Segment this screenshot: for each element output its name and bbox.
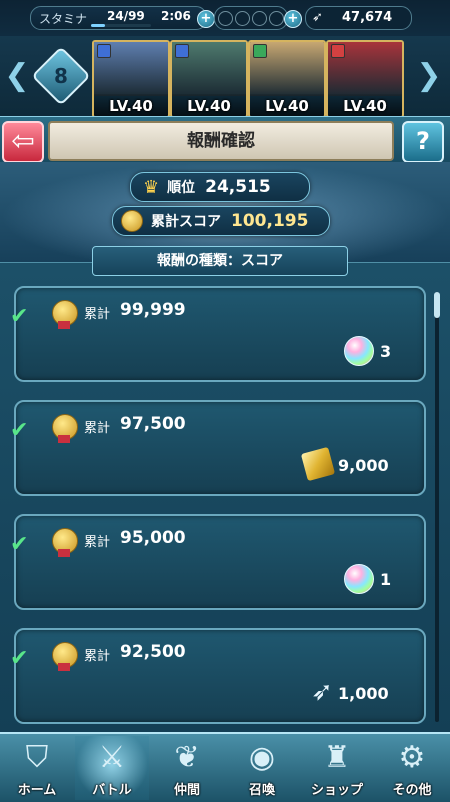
- orb-slot-icon: [218, 10, 233, 26]
- back-arrow-icon: ⇦: [11, 124, 35, 157]
- reward-threshold-value: 97,500: [120, 414, 186, 434]
- home-crest-icon: ⛉: [25, 740, 49, 775]
- reward-threshold-label: 累計: [84, 421, 111, 436]
- scrollbar-track[interactable]: [435, 292, 439, 722]
- castle-icon: ♜: [323, 740, 351, 775]
- medal-ribbon-icon: [58, 549, 70, 557]
- nav-label: ホーム: [17, 783, 57, 798]
- nav-allies[interactable]: ❦ 仲間: [150, 736, 224, 800]
- score-value: 100,195: [231, 211, 309, 231]
- medal-ribbon-icon: [58, 435, 70, 443]
- reward-quantity: 3: [380, 342, 392, 361]
- scrollbar-thumb[interactable]: [434, 292, 440, 318]
- hero-level: LV.40: [250, 94, 324, 116]
- question-mark-icon: ?: [416, 127, 430, 155]
- add-orbs-button[interactable]: +: [284, 10, 302, 28]
- feather-count: 47,674: [342, 10, 393, 25]
- hero-level: LV.40: [94, 94, 168, 116]
- hero-card[interactable]: LV.40: [92, 40, 170, 118]
- feather-icon: ➶: [312, 10, 323, 25]
- nav-summon[interactable]: ◉ 召喚: [225, 736, 299, 800]
- gear-icon: ⚙: [398, 740, 426, 775]
- nav-battle[interactable]: ⚔ バトル: [75, 736, 149, 800]
- page-title: 報酬確認: [48, 121, 394, 161]
- team-number: 8: [54, 64, 68, 88]
- stamina-display: スタミナ 24/99 2:06: [30, 6, 207, 30]
- wing-icon: ❦: [174, 740, 200, 775]
- orb-slot-icon: [269, 10, 284, 26]
- feather-counter: ➶ 47,674: [305, 6, 412, 30]
- score-display: 累計スコア 100,195: [112, 206, 330, 236]
- crown-icon: ♛: [143, 176, 160, 198]
- weapon-type-icon: [331, 44, 345, 58]
- stamina-bar-fill: [91, 24, 106, 27]
- reward-threshold-label: 累計: [84, 649, 111, 664]
- nav-label: 仲間: [173, 783, 200, 798]
- nav-label: 召喚: [248, 783, 275, 798]
- score-label: 累計スコア: [151, 214, 221, 230]
- reward-quantity: 9,000: [338, 456, 389, 475]
- orb-icon: [344, 336, 374, 366]
- nav-label: バトル: [92, 783, 132, 798]
- hero-card[interactable]: LV.40: [170, 40, 248, 118]
- weapon-type-icon: [97, 44, 111, 58]
- rank-label: 順位: [167, 180, 196, 196]
- add-stamina-button[interactable]: +: [197, 10, 215, 28]
- hero-level: LV.40: [328, 94, 402, 116]
- nav-shop[interactable]: ♜ ショップ: [300, 736, 374, 800]
- reward-threshold-label: 累計: [84, 535, 111, 550]
- stamina-timer: 2:06: [161, 9, 191, 23]
- stamina-value: 24/99: [107, 9, 145, 23]
- feather-icon: ➶: [311, 677, 333, 707]
- crossed-swords-icon: ⚔: [98, 740, 126, 775]
- next-team-arrow-icon[interactable]: ❯: [412, 56, 446, 96]
- reward-threshold-label: 累計: [84, 307, 111, 322]
- nav-label: ショップ: [310, 783, 363, 798]
- orb-counter: [214, 6, 288, 30]
- reward-quantity: 1,000: [338, 684, 389, 703]
- weapon-type-icon: [175, 44, 189, 58]
- reward-threshold-value: 99,999: [120, 300, 186, 320]
- reward-row: ✔ 累計 92,500 ➶ 1,000: [10, 628, 426, 724]
- nav-home[interactable]: ⛉ ホーム: [0, 736, 74, 800]
- rank-value: 24,515: [205, 177, 271, 197]
- check-icon: ✔: [10, 418, 29, 443]
- hero-card[interactable]: LV.40: [326, 40, 404, 118]
- reward-threshold-value: 95,000: [120, 528, 186, 548]
- orb-icon: ◉: [248, 740, 276, 775]
- check-icon: ✔: [10, 304, 29, 329]
- reward-type-tab: 報酬の種類：スコア: [92, 246, 348, 276]
- check-icon: ✔: [10, 532, 29, 557]
- previous-team-arrow-icon[interactable]: ❮: [0, 56, 34, 96]
- back-button[interactable]: ⇦: [2, 121, 44, 163]
- orb-slot-icon: [235, 10, 250, 26]
- gold-icon: [300, 446, 336, 482]
- reward-row: ✔ 累計 99,999 3: [10, 286, 426, 382]
- stamina-label: スタミナ: [39, 11, 88, 26]
- bottom-nav: ⛉ ホーム ⚔ バトル ❦ 仲間 ◉ 召喚 ♜ ショップ ⚙ その他: [0, 732, 450, 802]
- hero-card[interactable]: LV.40: [248, 40, 326, 118]
- nav-misc[interactable]: ⚙ その他: [375, 736, 449, 800]
- hero-level: LV.40: [172, 94, 246, 116]
- stamina-bar: [91, 24, 151, 27]
- check-icon: ✔: [10, 646, 29, 671]
- team-row: ❮ 8 LV.40 LV.40 LV.40 LV.40 ❯: [0, 36, 450, 118]
- header-bar: ⇦ 報酬確認 ?: [0, 116, 450, 164]
- orb-icon: [344, 564, 374, 594]
- reward-quantity: 1: [380, 570, 392, 589]
- medal-ribbon-icon: [58, 321, 70, 329]
- reward-row: ✔ 累計 95,000 1: [10, 514, 426, 610]
- medal-ribbon-icon: [58, 663, 70, 671]
- score-medal-icon: [121, 210, 143, 232]
- orb-slot-icon: [252, 10, 267, 26]
- reward-threshold-value: 92,500: [120, 642, 186, 662]
- weapon-type-icon: [253, 44, 267, 58]
- rank-display: ♛ 順位 24,515: [130, 172, 310, 202]
- nav-label: その他: [392, 783, 432, 798]
- reward-row: ✔ 累計 97,500 9,000: [10, 400, 426, 496]
- status-bar: スタミナ 24/99 2:06 + + ➶ 47,674: [0, 0, 450, 36]
- help-button[interactable]: ?: [402, 121, 444, 163]
